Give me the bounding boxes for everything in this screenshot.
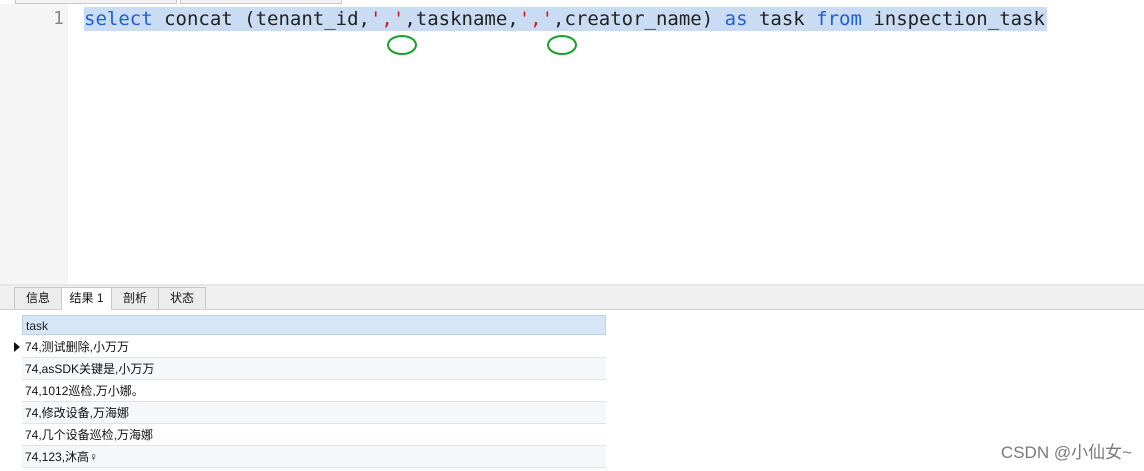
table-row[interactable]: 74,123,沐高♀ [22, 446, 606, 468]
table-row[interactable]: 74,修改设备,万海娜 [22, 402, 606, 424]
code-concat: concat (tenant_id, [152, 8, 370, 30]
result-tab-bar: 信息 结果 1 剖析 状态 [0, 286, 1144, 310]
column-header-task[interactable]: task [22, 315, 606, 335]
table-row[interactable]: 74,测试删除,小万万 [22, 336, 606, 358]
highlight-circle-1 [387, 35, 417, 55]
code-taskname: ,taskname, [404, 8, 519, 30]
table-row[interactable]: 74,1012巡检,万小娜。 [22, 380, 606, 402]
line-gutter: 1 [0, 4, 68, 284]
keyword-as: as [724, 8, 748, 30]
watermark: CSDN @小仙女~ [1000, 443, 1132, 462]
table-row[interactable]: 74,几个设备巡检,万海娜 [22, 424, 606, 446]
sql-editor[interactable]: 1 select concat (tenant_id,',',taskname,… [0, 4, 1144, 284]
row-indicator [12, 424, 22, 446]
string-literal-comma-2: ',' [518, 8, 554, 30]
row-indicator [12, 446, 22, 468]
code-alias-task: task [747, 8, 817, 30]
string-literal-comma-1: ',' [369, 8, 405, 30]
current-row-arrow-icon [14, 342, 20, 352]
code-creator-name: ,creator_name) [553, 8, 725, 30]
highlight-circle-2 [547, 35, 577, 55]
table-row[interactable]: 74,asSDK关键是,小万万 [22, 358, 606, 380]
tab-profile[interactable]: 剖析 [111, 287, 159, 309]
row-indicator [12, 402, 22, 424]
row-indicator [12, 336, 22, 358]
tab-result-1[interactable]: 结果 1 [61, 287, 112, 310]
code-line-1[interactable]: select concat (tenant_id,',',taskname,',… [84, 7, 1047, 31]
keyword-from: from [816, 8, 862, 30]
row-indicator [12, 358, 22, 380]
row-indicator [12, 380, 22, 402]
keyword-select: select [84, 8, 153, 30]
tab-status[interactable]: 状态 [158, 287, 206, 309]
tab-info[interactable]: 信息 [14, 287, 62, 309]
line-number: 1 [53, 8, 64, 29]
code-table-name: inspection_task [861, 8, 1045, 30]
